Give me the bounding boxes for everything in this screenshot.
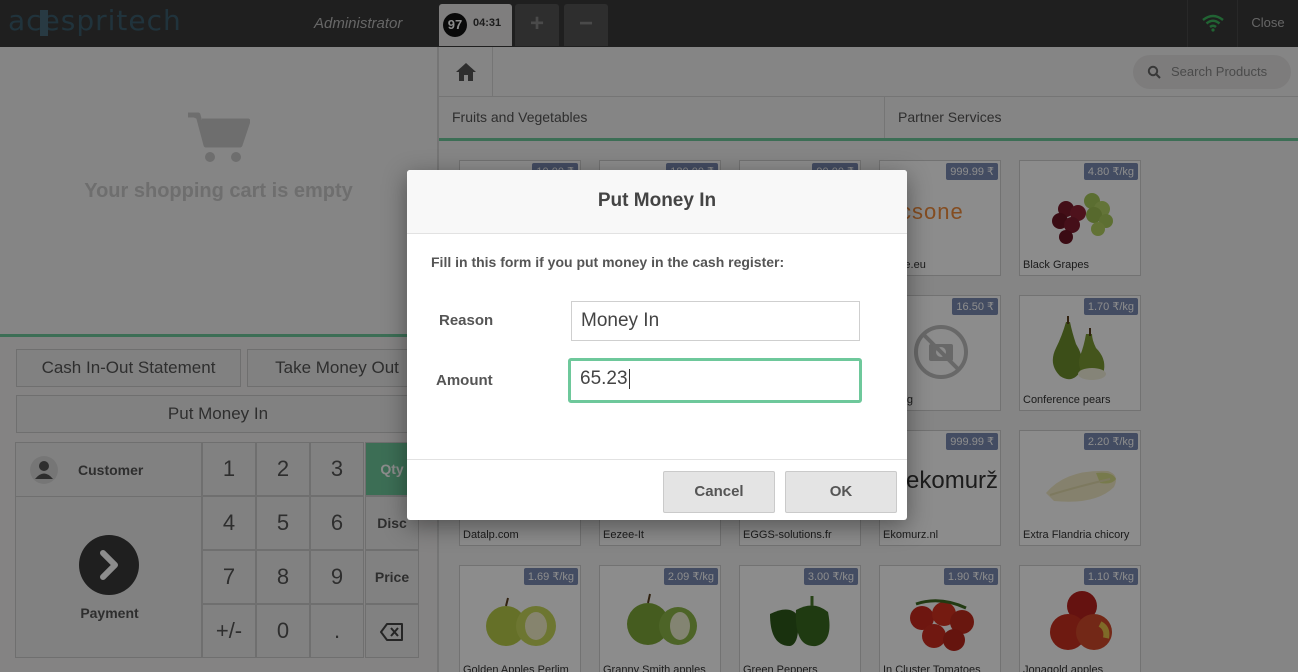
reason-value: Money In — [581, 310, 660, 331]
dialog-description: Fill in this form if you put money in th… — [431, 254, 785, 270]
ok-button[interactable]: OK — [785, 471, 897, 513]
amount-value: 65.23 — [580, 368, 628, 389]
reason-input[interactable]: Money In — [571, 301, 860, 341]
cancel-button[interactable]: Cancel — [663, 471, 775, 513]
reason-label: Reason — [439, 312, 494, 329]
put-money-in-dialog: Put Money In Fill in this form if you pu… — [407, 170, 907, 520]
dialog-title: Put Money In — [407, 170, 907, 234]
amount-label: Amount — [436, 372, 493, 389]
dialog-footer: Cancel OK — [407, 459, 907, 520]
text-caret — [628, 368, 630, 389]
amount-input[interactable]: 65.23 — [568, 358, 862, 403]
